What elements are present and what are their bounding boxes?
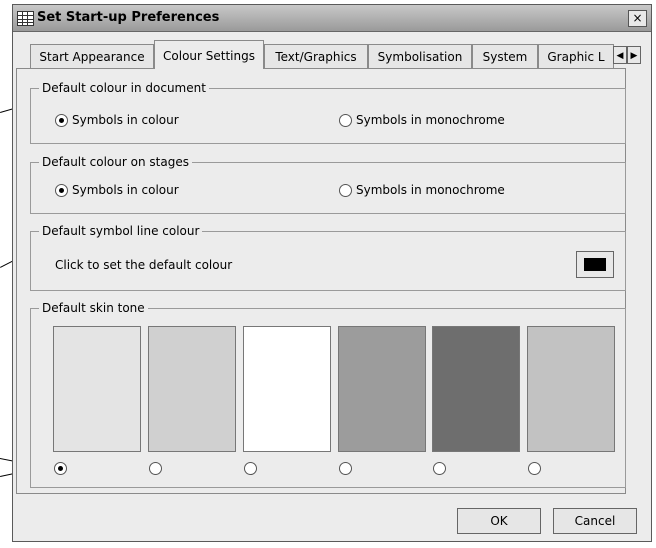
- tab-start-appearance[interactable]: Start Appearance: [30, 44, 154, 68]
- close-button[interactable]: ×: [628, 10, 647, 27]
- skin-tone-swatch[interactable]: [432, 326, 520, 452]
- skin-tone-swatch[interactable]: [148, 326, 236, 452]
- radio-stages-symbols-monochrome[interactable]: [339, 184, 352, 197]
- tab-symbolisation[interactable]: Symbolisation: [368, 44, 472, 68]
- dialog-title: Set Start-up Preferences: [37, 10, 220, 25]
- group-legend: Default colour in document: [39, 81, 209, 95]
- radio-stages-symbols-colour[interactable]: [55, 184, 68, 197]
- tab-text-graphics[interactable]: Text/Graphics: [264, 44, 368, 68]
- tab-graphic-l[interactable]: Graphic L: [538, 44, 614, 68]
- radio-document-symbols-monochrome[interactable]: [339, 114, 352, 127]
- cancel-button[interactable]: Cancel: [553, 508, 637, 534]
- tab-system[interactable]: System: [472, 44, 538, 68]
- radio-label: Symbols in colour: [72, 183, 179, 197]
- skin-tone-radio[interactable]: [54, 462, 67, 475]
- tab-scroll-right-icon[interactable]: ▶: [627, 46, 641, 64]
- callout-line: [0, 260, 13, 268]
- group-legend: Default symbol line colour: [39, 224, 203, 238]
- skin-tone-radio[interactable]: [244, 462, 257, 475]
- radio-label: Symbols in colour: [72, 113, 179, 127]
- radio-label: Symbols in monochrome: [356, 113, 505, 127]
- skin-tone-radio[interactable]: [149, 462, 162, 475]
- skin-tone-radio[interactable]: [528, 462, 541, 475]
- tab-scroll-left-icon[interactable]: ◀: [613, 46, 627, 64]
- skin-tone-swatch[interactable]: [527, 326, 615, 452]
- skin-tone-swatch[interactable]: [243, 326, 331, 452]
- skin-tone-radio[interactable]: [339, 462, 352, 475]
- ok-button[interactable]: OK: [457, 508, 541, 534]
- title-bar: Set Start-up Preferences ×: [13, 5, 651, 32]
- group-legend: Default skin tone: [39, 301, 148, 315]
- colour-swatch: [584, 258, 606, 271]
- line-colour-button[interactable]: [576, 251, 614, 278]
- group-legend: Default colour on stages: [39, 155, 192, 169]
- line-colour-instruction: Click to set the default colour: [55, 258, 233, 272]
- app-grid-icon: [17, 11, 34, 26]
- tab-colour-settings[interactable]: Colour Settings: [154, 40, 264, 69]
- skin-tone-swatch[interactable]: [338, 326, 426, 452]
- radio-document-symbols-colour[interactable]: [55, 114, 68, 127]
- skin-tone-radio[interactable]: [433, 462, 446, 475]
- radio-label: Symbols in monochrome: [356, 183, 505, 197]
- skin-tone-swatch[interactable]: [53, 326, 141, 452]
